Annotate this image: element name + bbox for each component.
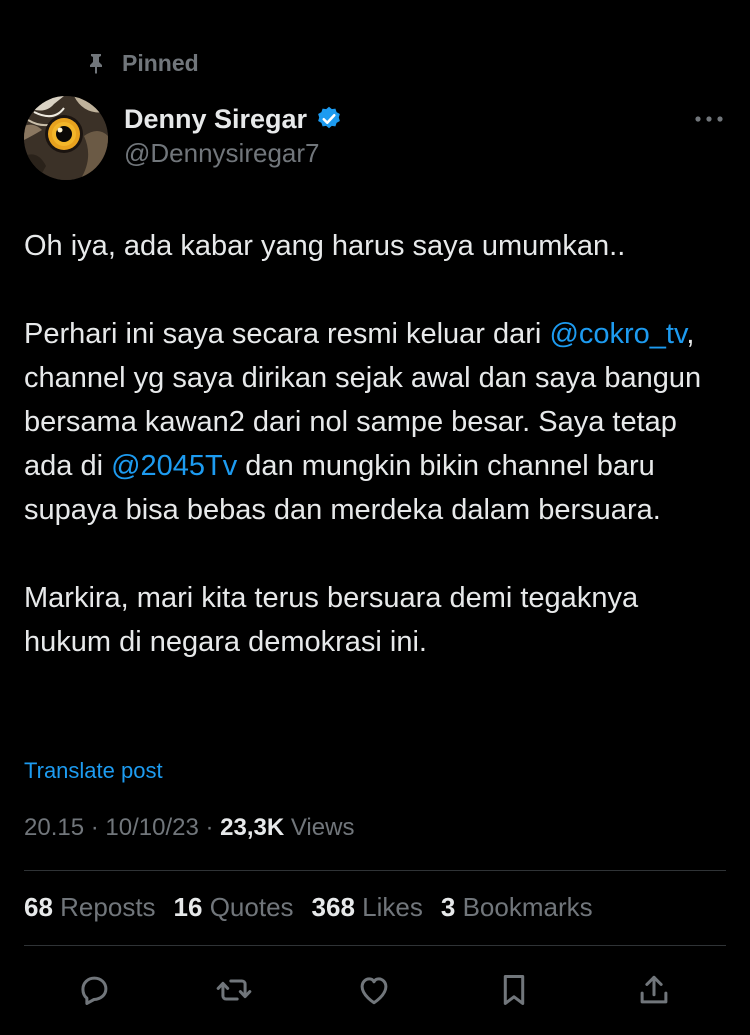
views-count: 23,3K (220, 814, 285, 841)
bookmark-button[interactable] (494, 970, 534, 1010)
share-button[interactable] (634, 970, 674, 1010)
name-row: Denny Siregar (124, 100, 343, 138)
pinned-label: Pinned (122, 49, 199, 76)
handle[interactable]: @Dennysiregar7 (124, 138, 343, 169)
mention-link-2045tv[interactable]: @2045Tv (111, 450, 237, 482)
bookmarks-label: Bookmarks (462, 892, 593, 922)
likes-count: 368 (311, 892, 355, 922)
action-bar (24, 966, 726, 1014)
meta-separator: · (84, 814, 106, 841)
translate-post-link[interactable]: Translate post (24, 758, 163, 784)
mention-link-cokro-tv[interactable]: @cokro_tv (549, 318, 686, 350)
tweet-text: Oh iya, ada kabar yang harus saya umumka… (24, 224, 724, 664)
reposts-label: Reposts (60, 892, 156, 922)
reposts-stat[interactable]: 68 Reposts (24, 892, 156, 923)
more-options-button[interactable] (692, 104, 726, 134)
pin-icon (90, 54, 102, 74)
likes-stat[interactable]: 368 Likes (312, 892, 423, 923)
quotes-stat[interactable]: 16 Quotes (174, 892, 294, 923)
tweet-paragraph-1: Oh iya, ada kabar yang harus saya umumka… (24, 230, 626, 262)
meta-separator: · (198, 814, 221, 841)
engagement-stats: 68 Reposts 16 Quotes 368 Likes 3 Bookmar… (24, 892, 593, 923)
bookmarks-count: 3 (440, 892, 456, 922)
share-icon (640, 975, 668, 1004)
pinned-indicator: Pinned (84, 48, 199, 78)
display-name[interactable]: Denny Siregar (124, 104, 307, 135)
repost-icon (216, 979, 252, 1001)
avatar[interactable] (24, 96, 108, 180)
divider (24, 870, 726, 871)
post-time[interactable]: 20.15 (24, 814, 84, 842)
quotes-count: 16 (173, 892, 203, 922)
more-horizontal-icon (695, 116, 723, 122)
reposts-count: 68 (24, 892, 53, 922)
like-button[interactable] (354, 970, 394, 1010)
reply-button[interactable] (74, 970, 114, 1010)
bookmark-icon (503, 975, 525, 1005)
bookmarks-stat[interactable]: 3 Bookmarks (441, 892, 593, 923)
tweet-paragraph-2: Perhari ini saya secara resmi keluar dar… (24, 312, 724, 532)
reply-icon (81, 976, 108, 1005)
tweet-paragraph-3: Markira, mari kita terus bersuara demi t… (24, 582, 639, 658)
tweet-text-segment: Perhari ini saya secara resmi keluar dar… (24, 318, 550, 350)
owl-eye-avatar-icon (24, 96, 108, 180)
like-icon (360, 977, 388, 1005)
post-meta: 20.15 · 10/10/23 · 23,3K Views (24, 814, 354, 842)
post-date[interactable]: 10/10/23 (105, 814, 198, 842)
divider (24, 945, 726, 946)
likes-label: Likes (362, 892, 423, 922)
verified-badge-icon (318, 106, 340, 129)
repost-button[interactable] (214, 970, 254, 1010)
quotes-label: Quotes (209, 892, 294, 922)
author-info: Denny Siregar @Dennysiregar7 (124, 100, 343, 169)
views-label: Views (284, 814, 355, 841)
